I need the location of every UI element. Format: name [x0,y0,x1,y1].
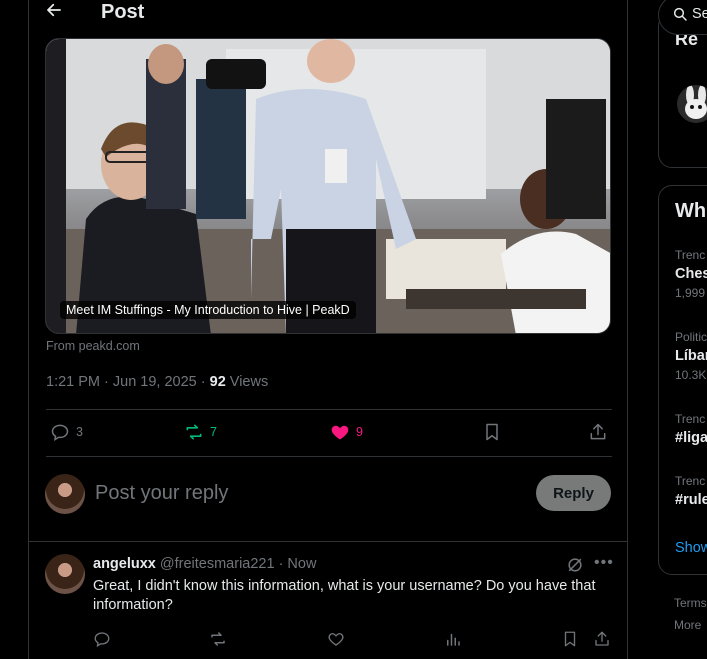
trend-category: Trenc [675,474,706,488]
avatar[interactable] [45,554,85,594]
arrow-left-icon [47,3,61,17]
share-icon [590,423,606,440]
back-button[interactable] [45,1,67,23]
repost-count: 7 [210,425,217,439]
reply-post-text: Great, I didn't know this information, w… [93,578,596,613]
bookmark-action[interactable] [482,422,502,442]
trend-count: 10.3K [675,368,707,382]
search-icon [673,7,687,21]
trend-item[interactable]: Politic Líbar 10.3K [675,330,707,382]
whats-happening-panel: Wh Trenc Ches 1,999 Politic Líbar 10.3K … [658,185,707,575]
trend-category: Trenc [675,412,706,426]
trend-category: Trenc [675,248,706,262]
search-placeholder: Se [692,6,707,22]
post-header: Post [29,0,627,28]
post-meta: 1:21 PM · Jun 19, 2025 · 92 Views [46,374,268,390]
trend-name: Líbar [675,348,707,364]
link-card-image [46,39,610,333]
more-icon[interactable]: ••• [594,554,614,572]
views-count: 92 [209,374,226,390]
views-label: Views [229,374,269,390]
share-action[interactable] [593,630,611,653]
post-timestamp[interactable]: 1:21 PM · Jun 19, 2025 · [46,374,210,390]
show-more-link[interactable]: Show [675,540,707,556]
share-icon [595,631,609,646]
right-sidebar: Re Se Wh Trenc Ches 1,999 Politic Líbar … [658,0,707,659]
main-column: Post Meet IM Stuffings - My Introduction… [28,0,628,659]
trend-name: #liga [675,430,707,446]
share-action[interactable] [588,422,608,442]
reply-icon [51,424,69,441]
divider [46,456,612,457]
link-card-source[interactable]: From peakd.com [46,339,140,353]
heart-filled-icon [331,425,349,440]
reply-input[interactable]: Post your reply [95,482,228,505]
like-action[interactable]: 9 [330,422,363,442]
avatar[interactable] [45,474,85,514]
repost-action[interactable] [209,630,227,653]
reply-post-actions [93,630,613,650]
bookmark-icon [486,423,498,441]
relevant-people-panel: Re [658,12,707,168]
trend-item[interactable]: Trenc #rule [675,474,707,508]
analytics-icon [447,633,460,646]
reply-composer: Post your reply Reply [45,472,611,516]
avatar[interactable] [677,85,707,123]
repost-icon [186,424,202,440]
footer-link-more[interactable]: More [674,618,701,632]
trend-item[interactable]: Trenc #liga [675,412,707,446]
reply-button[interactable]: Reply [536,475,611,511]
bookmark-icon [564,631,576,647]
reply-action[interactable]: 3 [50,422,83,442]
reply-icon [94,632,110,648]
page-title: Post [101,1,145,23]
panel-title: Wh [675,200,707,222]
reply-post[interactable]: angeluxx @freitesmaria221 · Now ••• Grea… [29,541,627,659]
repost-icon [211,632,225,646]
footer-link-terms[interactable]: Terms [674,596,707,610]
heart-icon [328,633,344,646]
post-actions: 3 7 9 [46,418,612,448]
author-handle[interactable]: @freitesmaria221 · Now [160,556,317,572]
trend-category: Politic [675,330,707,344]
link-card-caption: Meet IM Stuffings - My Introduction to H… [60,301,356,319]
reply-count: 3 [76,425,83,439]
divider [46,409,612,410]
reply-post-header: angeluxx @freitesmaria221 · Now [93,556,316,572]
link-card[interactable]: Meet IM Stuffings - My Introduction to H… [45,38,611,334]
trend-count: 1,999 [675,286,706,300]
grok-icon[interactable] [565,555,585,575]
repost-action[interactable]: 7 [184,422,217,442]
trend-name: Ches [675,266,707,282]
trend-name: #rule [675,492,707,508]
like-action[interactable] [327,630,345,653]
author-name[interactable]: angeluxx [93,556,156,572]
search-input[interactable]: Se [658,0,707,35]
trend-item[interactable]: Trenc Ches 1,999 [675,248,707,300]
like-count: 9 [356,425,363,439]
bookmark-action[interactable] [561,630,579,653]
analytics-action[interactable] [444,630,462,653]
reply-action[interactable] [93,630,111,653]
